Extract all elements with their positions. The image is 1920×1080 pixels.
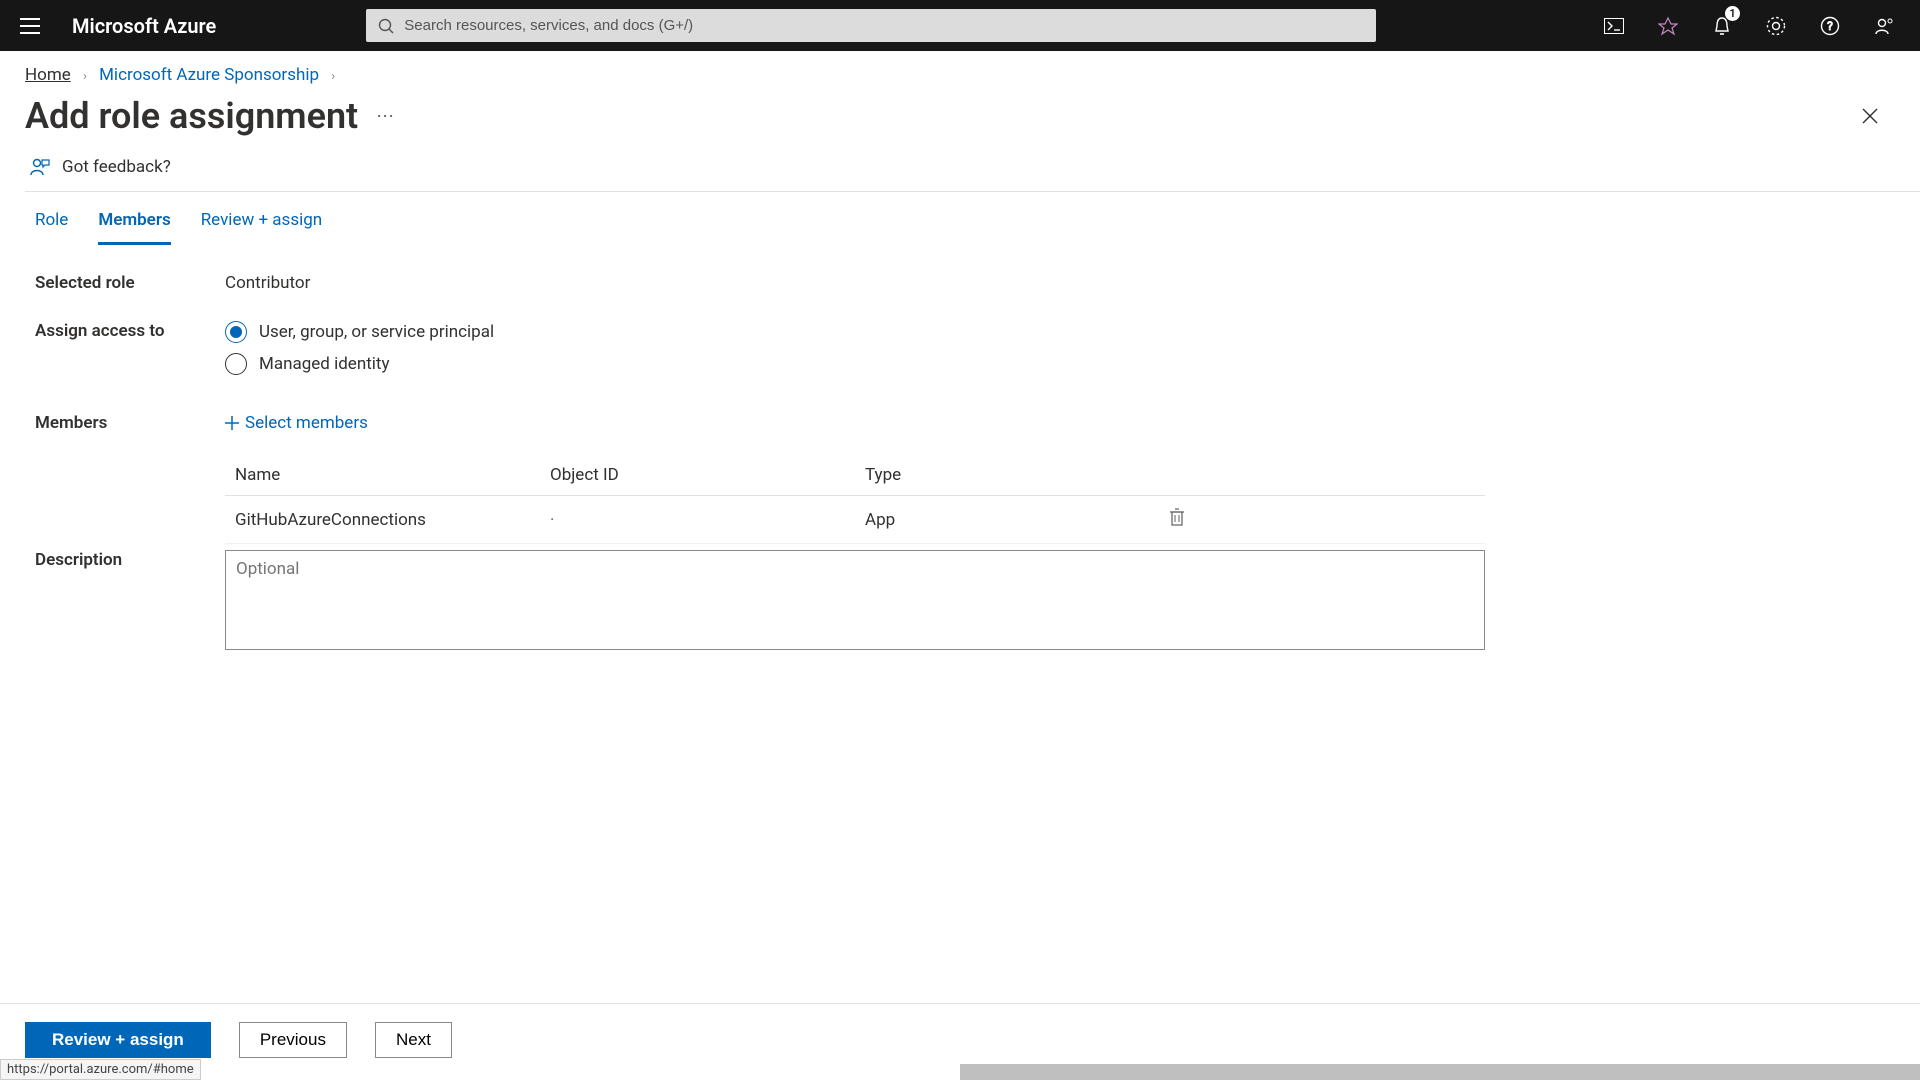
more-actions-button[interactable]: ⋯ [376, 106, 395, 127]
description-input[interactable] [225, 550, 1485, 650]
crumb-subscription[interactable]: Microsoft Azure Sponsorship [99, 65, 319, 85]
search-icon [378, 18, 394, 34]
radio-managed-identity[interactable]: Managed identity [225, 353, 1885, 375]
feedback-button[interactable] [1858, 0, 1910, 51]
radio-mi-label: Managed identity [259, 354, 390, 374]
members-table: Name Object ID Type GitHubAzureConnectio… [225, 455, 1485, 544]
crumb-home[interactable]: Home [25, 65, 71, 85]
feedback-person-icon [30, 157, 50, 177]
members-form: Selected role Contributor Assign access … [0, 245, 1920, 711]
radio-user-group-sp[interactable]: User, group, or service principal [225, 321, 1885, 343]
feedback-label: Got feedback? [62, 157, 171, 177]
close-button[interactable] [1855, 101, 1885, 131]
page-title: Add role assignment [25, 95, 358, 137]
notification-badge: 1 [1725, 6, 1740, 21]
trash-icon [1169, 508, 1185, 526]
label-description: Description [35, 550, 225, 570]
hamburger-icon [20, 18, 40, 34]
label-assign-access: Assign access to [35, 321, 225, 341]
breadcrumb: Home › Microsoft Azure Sponsorship › [0, 51, 1920, 91]
footer-actions: Review + assign Previous Next [0, 1003, 1920, 1058]
previous-button[interactable]: Previous [239, 1022, 347, 1058]
menu-toggle[interactable] [10, 18, 50, 34]
row-description: Description [35, 550, 1885, 655]
help-icon: ? [1820, 16, 1840, 36]
review-assign-button[interactable]: Review + assign [25, 1022, 211, 1058]
radio-checked-icon [225, 321, 247, 343]
cell-type: App [865, 510, 1165, 530]
table-row: GitHubAzureConnections · App [225, 496, 1485, 544]
tab-review[interactable]: Review + assign [201, 210, 322, 245]
label-members: Members [35, 413, 225, 433]
notifications-button[interactable]: 1 [1696, 0, 1748, 51]
select-members-label: Select members [245, 413, 368, 433]
table-header: Name Object ID Type [225, 455, 1485, 496]
select-members-button[interactable]: Select members [225, 413, 1885, 433]
cloud-shell-button[interactable] [1588, 0, 1640, 51]
search-bar[interactable] [366, 9, 1376, 42]
person-feedback-icon [1874, 16, 1894, 36]
plus-icon [225, 416, 239, 430]
close-icon [1860, 106, 1880, 126]
value-selected-role: Contributor [225, 273, 1885, 293]
next-button[interactable]: Next [375, 1022, 452, 1058]
page-header: Add role assignment ⋯ [0, 91, 1920, 157]
col-object-id: Object ID [550, 465, 865, 485]
cell-name: GitHubAzureConnections [235, 510, 550, 530]
topbar-actions: 1 ? [1588, 0, 1910, 51]
svg-text:?: ? [1827, 19, 1833, 33]
tab-role[interactable]: Role [35, 210, 68, 245]
radio-unchecked-icon [225, 353, 247, 375]
topbar: Microsoft Azure 1 ? [0, 0, 1920, 51]
copilot-button[interactable] [1642, 0, 1694, 51]
chevron-right-icon: › [83, 69, 87, 84]
chevron-right-icon: › [331, 69, 335, 84]
radio-user-label: User, group, or service principal [259, 322, 494, 342]
row-members: Members Select members Name Object ID Ty… [35, 413, 1885, 544]
cloudshell-icon [1604, 18, 1624, 34]
delete-member-button[interactable] [1169, 511, 1185, 531]
row-selected-role: Selected role Contributor [35, 273, 1885, 293]
tab-members[interactable]: Members [98, 210, 170, 245]
got-feedback-link[interactable]: Got feedback? [0, 157, 1920, 191]
row-assign-access: Assign access to User, group, or service… [35, 321, 1885, 385]
brand[interactable]: Microsoft Azure [72, 14, 216, 38]
status-url: https://portal.azure.com/#home [0, 1059, 201, 1080]
col-type: Type [865, 465, 1165, 485]
tabs: Role Members Review + assign [0, 192, 1920, 245]
col-name: Name [235, 465, 550, 485]
search-input[interactable] [404, 17, 1364, 34]
settings-button[interactable] [1750, 0, 1802, 51]
gear-icon [1766, 16, 1786, 36]
copilot-icon [1658, 16, 1678, 36]
label-selected-role: Selected role [35, 273, 225, 293]
cell-object-id: · [550, 510, 865, 530]
horizontal-scrollbar[interactable] [960, 1064, 1920, 1080]
help-button[interactable]: ? [1804, 0, 1856, 51]
